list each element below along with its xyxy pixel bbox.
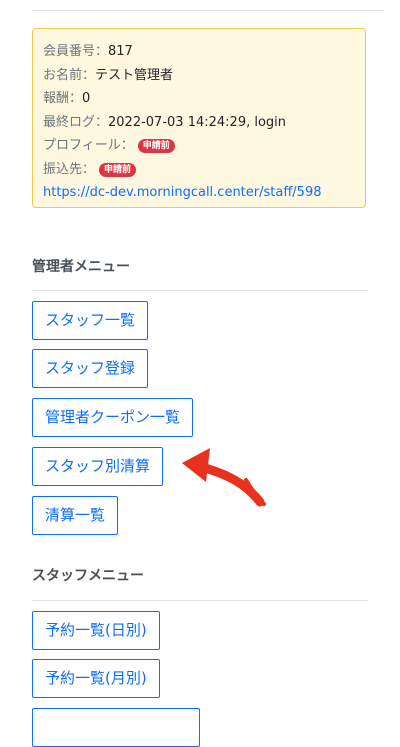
profile-row: プロフィール： 申請前	[43, 134, 355, 158]
member-number-value: 817	[108, 44, 133, 59]
admin-menu-title: 管理者メニュー	[32, 259, 130, 275]
admin-menu-divider	[32, 290, 368, 291]
last-log-label: 最終ログ：	[43, 114, 109, 130]
transfer-row: 振込先： 申請前	[43, 158, 355, 182]
name-value: テスト管理者	[95, 67, 174, 83]
staff-url-link[interactable]: https://dc-dev.morningcall.center/staff/…	[43, 185, 322, 200]
staff-list-button[interactable]: スタッフ一覧	[32, 301, 149, 340]
profile-label: プロフィール：	[43, 138, 134, 153]
staff-menu-title: スタッフメニュー	[32, 568, 144, 584]
reward-row: 報酬：0	[43, 87, 355, 111]
reservation-daily-button[interactable]: 予約一覧(日別)	[32, 611, 160, 650]
member-number-label: 会員番号：	[43, 44, 109, 59]
profile-status-badge: 申請前	[137, 139, 175, 153]
settlement-list-button[interactable]: 清算一覧	[32, 496, 119, 535]
reward-label: 報酬：	[43, 91, 83, 106]
staff-register-button[interactable]: スタッフ登録	[32, 349, 149, 388]
staff-url-row: https://dc-dev.morningcall.center/staff/…	[43, 181, 355, 205]
last-log-row: 最終ログ：2022-07-03 14:24:29, login	[43, 111, 355, 135]
member-number-row: 会員番号：817	[43, 40, 355, 64]
member-info-card: 会員番号：817 お名前：テスト管理者 報酬：0 最終ログ：2022-07-03…	[32, 28, 366, 208]
reservation-monthly-button[interactable]: 予約一覧(月別)	[32, 659, 160, 698]
staff-settlement-button[interactable]: スタッフ別清算	[32, 447, 164, 486]
reward-value: 0	[82, 91, 91, 106]
admin-coupon-list-button[interactable]: 管理者クーポン一覧	[32, 398, 194, 437]
staff-menu-divider	[32, 600, 368, 601]
last-log-value: 2022-07-03 14:24:29, login	[108, 114, 287, 130]
transfer-label: 振込先：	[43, 161, 96, 177]
name-label: お名前：	[43, 67, 96, 83]
red-arrow-icon	[182, 448, 266, 507]
name-row: お名前：テスト管理者	[43, 64, 355, 88]
staff-menu-next-button[interactable]	[32, 708, 200, 747]
transfer-status-badge: 申請前	[99, 162, 137, 177]
top-divider	[32, 10, 384, 11]
